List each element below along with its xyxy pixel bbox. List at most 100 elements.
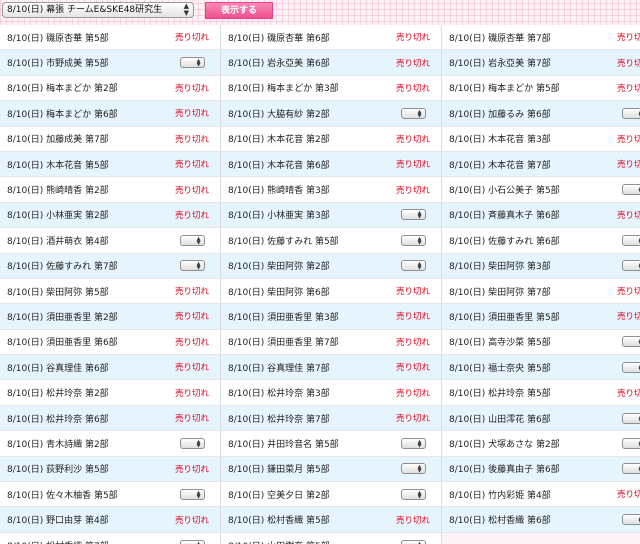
- ticket-label: 8/10(日) 須田亜香里 第5部: [441, 303, 606, 330]
- table-row: 8/10(日) 佐藤すみれ 第7部 ▲ ▼ 8/10(日) 柴田阿弥 第2部 ▲ ▼ 8/1…: [0, 253, 640, 279]
- sold-out-label: 売り切れ: [616, 287, 640, 298]
- top-toolbar: 8/10(日) 幕張 チームE&SKE48研究生 ▲ ▼ 表示する: [0, 0, 640, 22]
- sold-out-label: 売り切れ: [174, 287, 209, 298]
- sold-out-label: 売り切れ: [395, 312, 430, 323]
- ticket-status: ▲▼: [385, 253, 442, 279]
- sold-out-label: 売り切れ: [616, 33, 640, 44]
- ticket-status: ▲▼: [164, 253, 221, 279]
- ticket-label: 8/10(日) 小林亜実 第3部: [220, 202, 385, 229]
- ticket-label: 8/10(日) 木本花音 第2部: [220, 126, 385, 152]
- quantity-select[interactable]: ▲▼: [400, 260, 426, 272]
- ticket-label: 8/10(日) 佐々木柚香 第5部: [0, 481, 164, 508]
- show-button[interactable]: 表示する: [205, 2, 273, 19]
- ticket-status: 売り切れ: [606, 303, 640, 330]
- quantity-select[interactable]: ▲▼: [179, 260, 205, 272]
- sold-out-label: 売り切れ: [395, 58, 430, 69]
- ticket-label: 8/10(日) 犬塚あさな 第2部: [441, 430, 606, 457]
- table-row: 8/10(日) 市野成美 第5部 ▲ ▼ 8/10(日) 岩永亞美 第6部 売り切れ 8/…: [0, 49, 640, 76]
- ticket-label: 8/10(日) 須田亜香里 第2部: [0, 303, 164, 330]
- quantity-select[interactable]: ▲▼: [621, 336, 640, 348]
- ticket-status: 売り切れ: [164, 100, 221, 127]
- ticket-label: 8/10(日) 須田亜香里 第6部: [0, 329, 164, 356]
- sold-out-label: 売り切れ: [174, 33, 209, 44]
- empty-cell: [606, 532, 640, 544]
- ticket-status: 売り切れ: [164, 506, 221, 533]
- ticket-label: 8/10(日) 梅本まどか 第2部: [0, 75, 164, 102]
- ticket-status: ▲▼: [606, 430, 640, 457]
- ticket-status: 売り切れ: [606, 481, 640, 508]
- ticket-label: 8/10(日) 市野成美 第5部: [0, 49, 164, 76]
- ticket-label: 8/10(日) 酒井萌衣 第4部: [0, 227, 164, 254]
- quantity-select[interactable]: ▲▼: [621, 260, 640, 272]
- ticket-label: 8/10(日) 磯原杏華 第7部: [441, 25, 606, 51]
- sold-out-label: 売り切れ: [174, 160, 209, 171]
- ticket-label: 8/10(日) 松井玲奈 第6部: [0, 405, 164, 432]
- event-select[interactable]: 8/10(日) 幕張 チームE&SKE48研究生 ▲ ▼: [2, 2, 194, 18]
- ticket-label: 8/10(日) 山田樹奈 第5部: [220, 532, 385, 544]
- sold-out-label: 売り切れ: [616, 388, 640, 399]
- ticket-status: 売り切れ: [164, 379, 221, 406]
- quantity-select[interactable]: ▲▼: [621, 412, 640, 424]
- quantity-select[interactable]: ▲▼: [400, 463, 426, 475]
- quantity-select[interactable]: ▲▼: [179, 234, 205, 246]
- sold-out-label: 売り切れ: [395, 363, 430, 374]
- ticket-label: 8/10(日) 高寺沙菜 第5部: [441, 329, 606, 356]
- ticket-label: 8/10(日) 斉藤真木子 第6部: [441, 202, 606, 229]
- quantity-select[interactable]: ▲▼: [621, 184, 640, 196]
- quantity-select[interactable]: ▲▼: [621, 514, 640, 526]
- sold-out-label: 売り切れ: [174, 185, 209, 196]
- quantity-select[interactable]: ▲▼: [621, 437, 640, 449]
- select-arrows-icon: ▲▼: [196, 235, 201, 246]
- quantity-select[interactable]: ▲▼: [621, 107, 640, 119]
- quantity-select[interactable]: ▲▼: [400, 107, 426, 119]
- sold-out-label: 売り切れ: [174, 312, 209, 323]
- quantity-select[interactable]: ▲▼: [621, 234, 640, 246]
- quantity-select[interactable]: ▲▼: [621, 463, 640, 475]
- quantity-select[interactable]: ▲▼: [179, 539, 205, 544]
- ticket-label: 8/10(日) 竹内彩姫 第4部: [441, 481, 606, 508]
- ticket-label: 8/10(日) 松村香織 第6部: [441, 506, 606, 533]
- ticket-status: 売り切れ: [385, 379, 442, 406]
- quantity-select[interactable]: ▲▼: [179, 488, 205, 500]
- ticket-status: 売り切れ: [385, 405, 442, 432]
- ticket-label: 8/10(日) 須田亜香里 第7部: [220, 329, 385, 356]
- ticket-status: ▲▼: [385, 481, 442, 508]
- select-arrows-icon: ▲▼: [417, 261, 422, 272]
- ticket-status: 売り切れ: [164, 176, 221, 203]
- ticket-status: ▲▼: [385, 532, 442, 544]
- ticket-status: ▲▼: [385, 430, 442, 457]
- ticket-label: 8/10(日) 木本花音 第3部: [441, 126, 606, 152]
- ticket-status: ▲▼: [164, 532, 221, 544]
- ticket-status: ▲▼: [164, 430, 221, 457]
- quantity-select[interactable]: ▲▼: [400, 539, 426, 544]
- ticket-status: ▲▼: [606, 354, 640, 381]
- sold-out-label: 売り切れ: [395, 185, 430, 196]
- ticket-label: 8/10(日) 梅本まどか 第6部: [0, 100, 164, 127]
- quantity-select[interactable]: ▲▼: [179, 437, 205, 449]
- ticket-status: 売り切れ: [606, 202, 640, 229]
- quantity-select[interactable]: ▲▼: [400, 437, 426, 449]
- sold-out-label: 売り切れ: [174, 363, 209, 374]
- quantity-select[interactable]: ▲▼: [400, 488, 426, 500]
- ticket-label: 8/10(日) 井田玲音名 第5部: [220, 430, 385, 457]
- ticket-label: 8/10(日) 小林亜実 第2部: [0, 202, 164, 229]
- sold-out-label: 売り切れ: [395, 337, 430, 348]
- sold-out-label: 売り切れ: [395, 134, 430, 145]
- quantity-select[interactable]: ▲▼: [400, 234, 426, 246]
- table-row: 8/10(日) 松井玲奈 第2部 売り切れ 8/10(日) 松井玲奈 第3部 売り切れ…: [0, 379, 640, 406]
- quantity-select[interactable]: ▲▼: [179, 57, 205, 69]
- ticket-label: 8/10(日) 佐藤すみれ 第7部: [0, 253, 164, 279]
- ticket-label: 8/10(日) 谷真理佳 第7部: [220, 354, 385, 381]
- ticket-label: 8/10(日) 柴田阿弥 第7部: [441, 278, 606, 305]
- ticket-label: 8/10(日) 松井玲奈 第5部: [441, 379, 606, 406]
- ticket-status: 売り切れ: [385, 354, 442, 381]
- ticket-label: 8/10(日) 岩永亞美 第7部: [441, 49, 606, 76]
- quantity-select[interactable]: ▲▼: [621, 361, 640, 373]
- sold-out-label: 売り切れ: [616, 312, 640, 323]
- quantity-select[interactable]: ▲▼: [400, 209, 426, 221]
- ticket-status: 売り切れ: [385, 49, 442, 76]
- ticket-label: 8/10(日) 松井玲奈 第7部: [220, 405, 385, 432]
- table-row: 8/10(日) 青木詩織 第2部 ▲ ▼ 8/10(日) 井田玲音名 第5部 ▲ ▼ 8/1…: [0, 430, 640, 457]
- ticket-status: 売り切れ: [164, 405, 221, 432]
- ticket-label: 8/10(日) 木本花音 第7部: [441, 151, 606, 178]
